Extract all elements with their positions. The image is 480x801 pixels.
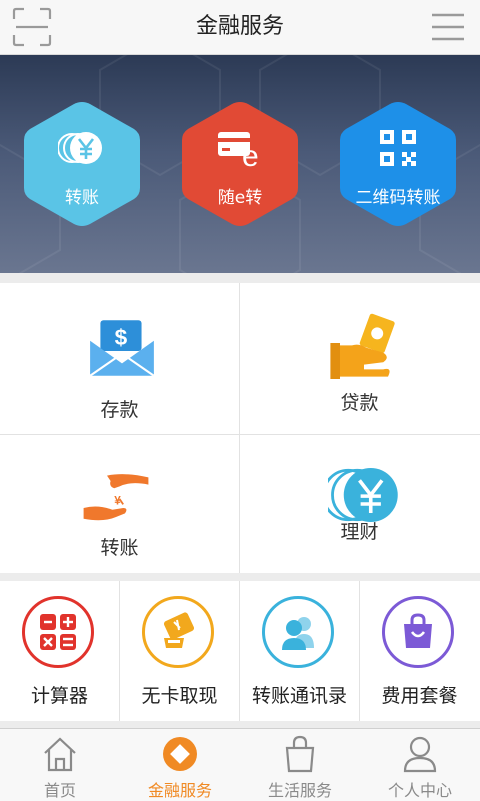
cardless-withdrawal-label: 无卡取现 xyxy=(141,685,218,707)
cardless-withdrawal-tile[interactable]: 无卡取现 xyxy=(120,581,239,721)
service-grid: $ 存款 贷款 ¥ 转账 理财 xyxy=(0,283,480,573)
wealth-management-tile[interactable]: 理财 xyxy=(240,435,479,573)
fee-package-circle xyxy=(382,596,454,668)
deposit-label: 存款 xyxy=(100,399,139,421)
tab-finance[interactable]: 金融服务 xyxy=(120,729,240,801)
fee-package-tile[interactable]: 费用套餐 xyxy=(360,581,479,721)
cardless-withdrawal-circle xyxy=(142,596,214,668)
phone-card-icon xyxy=(163,612,195,648)
tab-home[interactable]: 首页 xyxy=(0,729,120,801)
shopping-bag-icon xyxy=(404,613,432,648)
svg-text:$: $ xyxy=(115,325,128,350)
tools-grid: 计算器 无卡取现 转账通讯录 费用套餐 xyxy=(0,581,480,721)
hand-cash-icon xyxy=(330,313,395,379)
envelope-dollar-icon: $ xyxy=(89,320,155,377)
yuan-coin-icon xyxy=(58,132,102,164)
tab-profile-label: 个人中心 xyxy=(387,781,452,800)
calculator-circle xyxy=(22,596,94,668)
e-transfer-shortcut-label: 随e转 xyxy=(217,188,263,208)
calculator-icon xyxy=(40,614,76,650)
loan-label: 贷款 xyxy=(340,392,379,414)
transfer-tile[interactable]: ¥ 转账 xyxy=(0,435,239,573)
menu-button[interactable] xyxy=(428,7,468,47)
top-header: 金融服务 xyxy=(0,0,480,55)
loan-tile[interactable]: 贷款 xyxy=(240,283,479,433)
tab-life-services[interactable]: 生活服务 xyxy=(240,729,360,801)
transfer-contacts-tile[interactable]: 转账通讯录 xyxy=(240,581,359,721)
bottom-tab-bar: 首页 金融服务 生活服务 个人中心 xyxy=(0,728,480,801)
transfer-shortcut-label: 转账 xyxy=(65,188,99,208)
hands-exchange-icon: ¥ xyxy=(83,474,149,521)
fee-package-label: 费用套餐 xyxy=(381,685,458,707)
transfer-shortcut[interactable]: 转账 xyxy=(20,98,144,230)
e-transfer-shortcut[interactable]: e 随e转 xyxy=(178,98,302,230)
home-icon xyxy=(44,737,76,772)
qr-code-icon xyxy=(380,130,416,166)
card-e-icon: e xyxy=(218,132,259,172)
shopping-bag-icon xyxy=(285,735,315,773)
menu-icon xyxy=(432,13,464,41)
page-title: 金融服务 xyxy=(195,14,284,39)
wealth-management-label: 理财 xyxy=(340,521,379,543)
calculator-tile[interactable]: 计算器 xyxy=(0,581,119,721)
tab-finance-label: 金融服务 xyxy=(147,781,212,800)
calculator-label: 计算器 xyxy=(30,685,88,707)
deposit-tile[interactable]: $ 存款 xyxy=(0,283,239,433)
tab-home-label: 首页 xyxy=(43,781,76,800)
transfer-contacts-circle xyxy=(262,596,334,668)
transfer-label: 转账 xyxy=(100,537,139,559)
finance-icon xyxy=(163,737,197,771)
transfer-contacts-label: 转账通讯录 xyxy=(251,685,347,707)
tab-profile[interactable]: 个人中心 xyxy=(360,729,480,801)
person-icon xyxy=(403,736,437,773)
quick-transfer-banner: 转账 e 随e转 二维码转账 xyxy=(0,55,480,273)
svg-text:e: e xyxy=(242,140,259,172)
tab-life-services-label: 生活服务 xyxy=(267,781,332,800)
contacts-icon xyxy=(282,617,314,650)
qr-transfer-shortcut-label: 二维码转账 xyxy=(355,188,441,208)
qr-transfer-shortcut[interactable]: 二维码转账 xyxy=(336,98,460,230)
